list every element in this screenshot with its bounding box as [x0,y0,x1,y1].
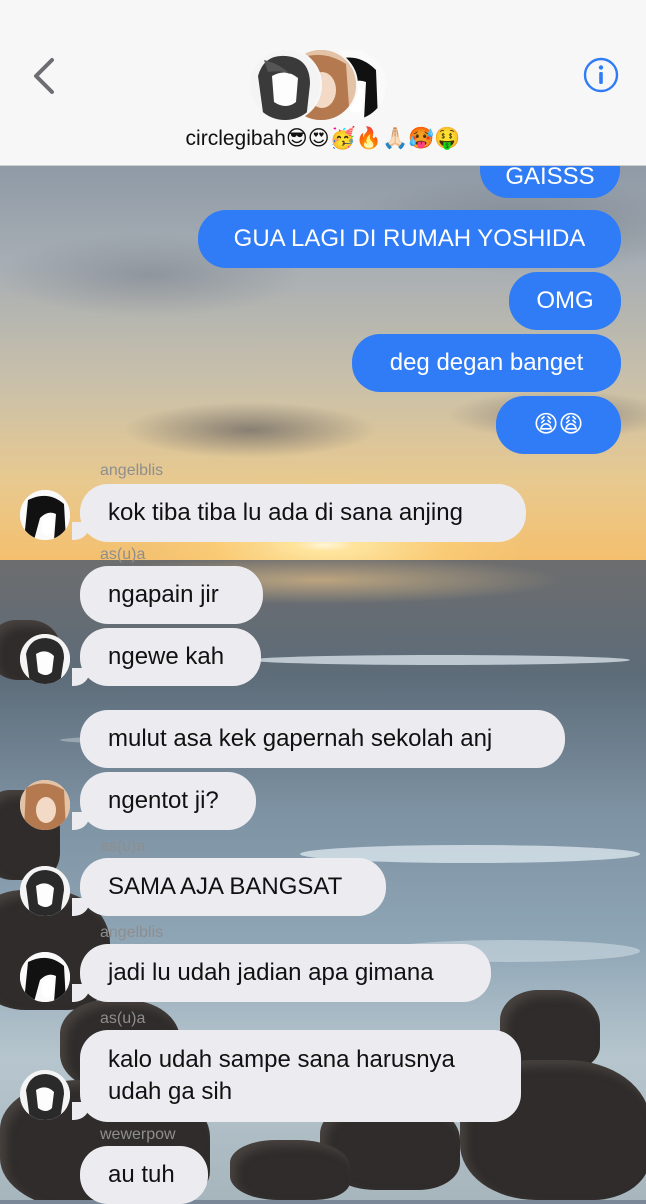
message-text: SAMA AJA BANGSAT [108,873,343,900]
message-text: kok tiba tiba lu ada di sana anjing [108,499,463,526]
message-text: deg degan banget [389,349,584,376]
sender-avatar[interactable] [20,490,70,540]
message-text: ngentot ji? [108,787,219,814]
message-bubble-incoming[interactable]: kalo udah sampe sana harusnya udah ga si… [80,1030,521,1122]
chevron-left-icon [34,58,54,94]
message-bubble-incoming[interactable]: ngentot ji? [80,772,256,830]
info-icon [583,57,619,93]
message-text: jadi lu udah jadian apa gimana [108,959,434,986]
message-bubble-outgoing[interactable]: OMG [509,272,621,330]
message-text: mulut asa kek gapernah sekolah anj [108,725,493,752]
message-text: GAISSS [505,163,595,190]
member-avatar [248,48,322,122]
sender-name: angelblis [100,924,164,941]
sender-name: as(u)a [100,546,146,563]
message-text: ngewe kah [108,643,225,670]
sender-avatar[interactable] [20,952,70,1002]
message-text-line: kalo udah sampe sana harusnya [108,1046,455,1073]
message-bubble-incoming[interactable]: ngewe kah [80,628,261,686]
message-bubble-outgoing[interactable]: 😩😩 [496,396,621,454]
sender-name: wewerpow [100,1126,176,1143]
sender-avatar[interactable] [20,866,70,916]
message-bubble-incoming[interactable]: au tuh [80,1146,208,1204]
sender-avatar[interactable] [20,634,70,684]
message-text: GUA LAGI DI RUMAH YOSHIDA [233,225,586,252]
group-avatar-stack[interactable] [248,48,388,122]
message-bubble-incoming[interactable]: mulut asa kek gapernah sekolah anj [80,710,565,768]
back-button[interactable] [28,52,68,100]
group-name[interactable]: circlegibah😎😍🥳🔥🙏🏻🥵🤑 [0,126,646,151]
sender-name: angelblis [100,462,164,479]
message-text-line: udah ga sih [108,1078,233,1105]
rock [230,1140,350,1200]
message-text: 😩😩 [533,411,584,438]
message-bubble-outgoing[interactable]: GUA LAGI DI RUMAH YOSHIDA [198,210,621,268]
message-text: au tuh [108,1161,175,1188]
message-text: ngapain jir [108,581,219,608]
message-bubble-incoming[interactable]: ngapain jir [80,566,263,624]
sender-name: as(u)a [100,1010,146,1027]
info-button[interactable] [583,57,619,93]
message-bubble-outgoing[interactable]: deg degan banget [352,334,621,392]
message-bubble-incoming[interactable]: kok tiba tiba lu ada di sana anjing [80,484,526,542]
message-text: OMG [536,287,594,314]
sender-avatar[interactable] [20,1070,70,1120]
sender-avatar[interactable] [20,780,70,830]
message-bubble-incoming[interactable]: jadi lu udah jadian apa gimana [80,944,491,1002]
chat-header: circlegibah😎😍🥳🔥🙏🏻🥵🤑 [0,0,646,166]
message-bubble-incoming[interactable]: SAMA AJA BANGSAT [80,858,386,916]
wave [250,655,630,665]
sender-name: as(u)a [100,838,146,855]
